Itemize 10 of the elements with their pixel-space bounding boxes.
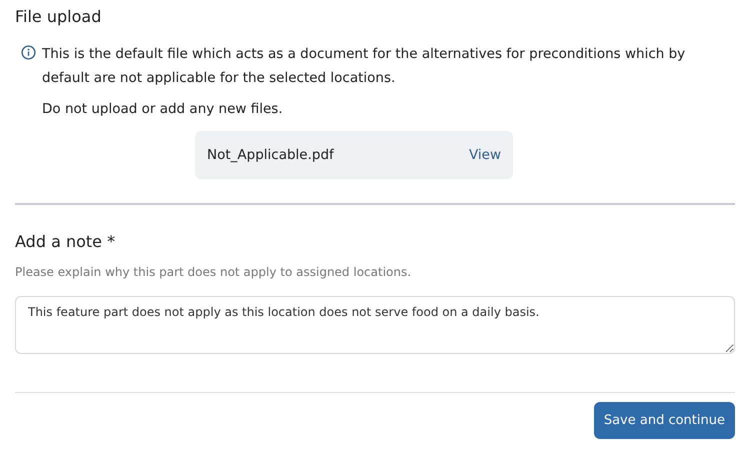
file-name: Not_Applicable.pdf (207, 147, 334, 163)
section-title: File upload (15, 6, 102, 28)
warning-text: Do not upload or add any new files. (42, 100, 284, 119)
note-field[interactable]: This feature part does not apply as this location does not serve food on a daily basis. (15, 296, 735, 354)
hint-text: Please explain why this part does not apply to assigned locations. (15, 265, 412, 279)
section-title: Add a note * (15, 231, 116, 253)
view-link[interactable]: View (468, 147, 501, 163)
info-text: This is the default file which acts as a document for the alternatives for preconditions which by default are not applicable for the selected locations. (42, 45, 686, 88)
save-button[interactable]: Save and continue (594, 402, 735, 439)
info-icon (21, 45, 36, 60)
